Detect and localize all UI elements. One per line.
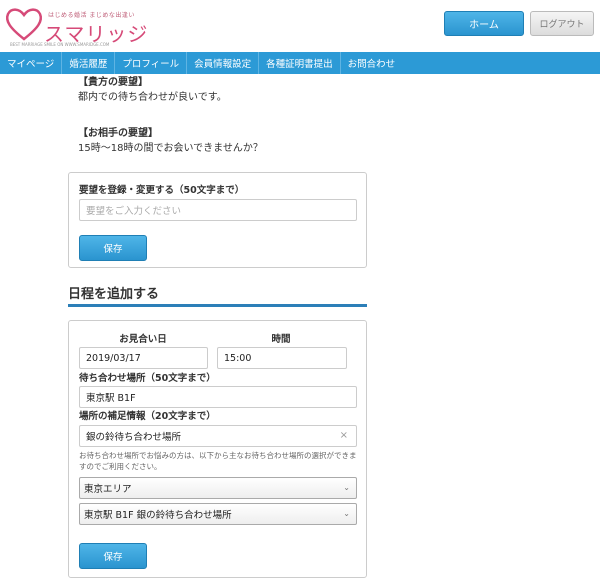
nav-item-profile[interactable]: プロフィール xyxy=(115,52,188,74)
schedule-form-panel: お見合い日 時間 2019/03/17 15:00 待ち合わせ場所（50文字まで… xyxy=(68,320,367,578)
own-request-text: 都内での待ち合わせが良いです。 xyxy=(78,92,227,103)
home-button[interactable]: ホーム xyxy=(444,11,524,36)
close-icon[interactable]: × xyxy=(340,430,348,441)
site-logo[interactable]: はじめる婚活 まじめな出逢い スマリッジ BEST MARRIAGE SMILE… xyxy=(4,4,147,48)
area-select-value: 東京エリア xyxy=(84,484,132,495)
schedule-save-button[interactable]: 保存 xyxy=(79,543,147,569)
time-column-header: 時間 xyxy=(271,334,291,345)
nav-item-account-settings[interactable]: 会員情報設定 xyxy=(187,52,260,74)
place-detail-label: 場所の補足情報（20文字まで） xyxy=(79,411,216,422)
partner-request-heading: 【お相手の要望】 xyxy=(78,128,158,139)
nav-item-mypage[interactable]: マイページ xyxy=(0,52,63,74)
time-field[interactable]: 15:00 xyxy=(217,347,347,369)
place-detail-value: 銀の鈴待ち合わせ場所 xyxy=(86,432,182,443)
place-detail-field[interactable]: 銀の鈴待ち合わせ場所 × xyxy=(79,425,357,447)
heart-icon xyxy=(6,8,42,41)
spot-select[interactable]: 東京駅 B1F 銀の鈴待ち合わせ場所 ⌄ xyxy=(79,503,357,525)
schedule-section-title: 日程を追加する xyxy=(68,287,160,302)
main-nav: マイページ 婚活履歴 プロフィール 会員情報設定 各種証明書提出 お問合わせ xyxy=(0,52,600,74)
logo-subtext: BEST MARRIAGE SMILE ON WWW.SMARIDGE.COM xyxy=(10,42,110,47)
chevron-down-icon: ⌄ xyxy=(343,509,350,518)
date-field[interactable]: 2019/03/17 xyxy=(79,347,208,369)
site-header: はじめる婚活 まじめな出逢い スマリッジ BEST MARRIAGE SMILE… xyxy=(0,0,600,52)
date-column-header: お見合い日 xyxy=(119,334,167,345)
request-form-label: 要望を登録・変更する（50文字まで） xyxy=(79,185,245,196)
logout-button[interactable]: ログアウト xyxy=(530,11,594,36)
request-form-panel: 要望を登録・変更する（50文字まで） 要望をご入力ください 保存 xyxy=(68,172,367,268)
place-suggestion-note: お待ち合わせ場所でお悩みの方は、以下から主なお待ち合わせ場所の選択ができますので… xyxy=(79,451,357,471)
nav-item-certificates[interactable]: 各種証明書提出 xyxy=(259,52,341,74)
area-select[interactable]: 東京エリア ⌄ xyxy=(79,477,357,499)
nav-item-history[interactable]: 婚活履歴 xyxy=(62,52,116,74)
place-label: 待ち合わせ場所（50文字まで） xyxy=(79,373,216,384)
chevron-down-icon: ⌄ xyxy=(343,483,350,492)
section-divider xyxy=(68,304,367,307)
nav-item-contact[interactable]: お問合わせ xyxy=(341,52,403,74)
request-save-button[interactable]: 保存 xyxy=(79,235,147,261)
own-request-heading: 【貴方の要望】 xyxy=(78,77,148,88)
place-field[interactable]: 東京駅 B1F xyxy=(79,386,357,408)
request-input[interactable]: 要望をご入力ください xyxy=(79,199,357,221)
partner-request-text: 15時〜18時の間でお会いできませんか？ xyxy=(78,143,263,154)
spot-select-value: 東京駅 B1F 銀の鈴待ち合わせ場所 xyxy=(84,510,232,521)
